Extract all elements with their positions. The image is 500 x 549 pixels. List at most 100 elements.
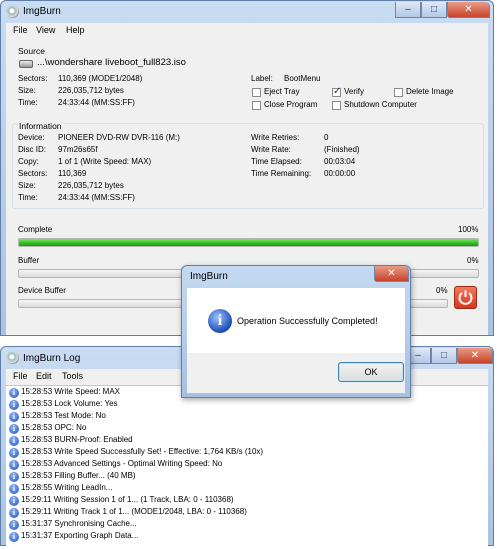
ok-button[interactable]: OK bbox=[338, 362, 404, 382]
time-remaining-value: 00:00:00 bbox=[324, 169, 356, 178]
eject-tray-checkbox[interactable] bbox=[252, 88, 261, 97]
disc-id-label: Disc ID: bbox=[18, 145, 46, 154]
eject-tray-label: Eject Tray bbox=[264, 87, 300, 96]
log-line-text: 15:28:53 Test Mode: No bbox=[21, 411, 106, 420]
dialog-message: Operation Successfully Completed! bbox=[237, 316, 378, 326]
log-window-title: ImgBurn Log bbox=[23, 353, 81, 364]
menu-view[interactable]: View bbox=[36, 25, 55, 35]
info-icon: i bbox=[9, 460, 19, 470]
log-line-text: 15:28:53 Filling Buffer... (40 MB) bbox=[21, 471, 136, 480]
copy-label: Copy: bbox=[18, 157, 39, 166]
dialog-footer: OK bbox=[187, 353, 405, 393]
close-program-label: Close Program bbox=[264, 100, 318, 109]
imgburn-disc-icon bbox=[6, 5, 19, 18]
main-menubar: File View Help bbox=[6, 23, 488, 38]
completion-dialog: ImgBurn ✕ i Operation Successfully Compl… bbox=[181, 265, 411, 398]
info-icon: i bbox=[9, 484, 19, 494]
disc-id-value: 97m26s65f bbox=[58, 145, 98, 154]
imgburn-disc-icon bbox=[6, 351, 19, 364]
main-window-title: ImgBurn bbox=[23, 6, 61, 17]
write-rate-value: (Finished) bbox=[324, 145, 360, 154]
source-time-label: Time: bbox=[18, 98, 38, 107]
volume-label-label: Label: bbox=[251, 74, 273, 83]
info-icon: i bbox=[9, 496, 19, 506]
volume-label-value: BootMenu bbox=[284, 74, 321, 83]
info-icon: i bbox=[9, 436, 19, 446]
complete-progress-fill bbox=[19, 239, 478, 246]
log-line-text: 15:28:55 Writing LeadIn... bbox=[21, 483, 113, 492]
close-button[interactable]: ✕ bbox=[447, 2, 490, 18]
log-menu-tools[interactable]: Tools bbox=[62, 371, 83, 381]
device-buffer-label: Device Buffer bbox=[18, 286, 66, 295]
info-size-label: Size: bbox=[18, 181, 36, 190]
buffer-percent: 0% bbox=[467, 256, 479, 265]
log-line-text: 15:28:53 Advanced Settings - Optimal Wri… bbox=[21, 459, 223, 468]
time-remaining-label: Time Remaining: bbox=[251, 169, 312, 178]
menu-file[interactable]: File bbox=[13, 25, 28, 35]
info-icon: i bbox=[9, 424, 19, 434]
minimize-button[interactable]: – bbox=[395, 2, 421, 18]
info-icon: i bbox=[9, 388, 19, 398]
device-value: PIONEER DVD-RW DVR-116 (M:) bbox=[58, 133, 180, 142]
log-menu-edit[interactable]: Edit bbox=[36, 371, 52, 381]
close-program-checkbox[interactable] bbox=[252, 101, 261, 110]
log-line-text: 15:28:53 BURN-Proof: Enabled bbox=[21, 435, 133, 444]
buffer-label: Buffer bbox=[18, 256, 40, 265]
source-size-label: Size: bbox=[18, 86, 36, 95]
menu-help[interactable]: Help bbox=[66, 25, 85, 35]
write-retries-label: Write Retries: bbox=[251, 133, 300, 142]
time-elapsed-label: Time Elapsed: bbox=[251, 157, 302, 166]
write-rate-label: Write Rate: bbox=[251, 145, 291, 154]
info-icon: i bbox=[9, 520, 19, 530]
info-icon: i bbox=[208, 309, 232, 333]
disc-drive-icon bbox=[19, 60, 33, 68]
shutdown-computer-checkbox[interactable] bbox=[332, 101, 341, 110]
main-titlebar[interactable]: ImgBurn – □ ✕ bbox=[1, 1, 493, 23]
dialog-close-button[interactable]: ✕ bbox=[374, 266, 409, 282]
info-icon: i bbox=[9, 400, 19, 410]
complete-percent: 100% bbox=[458, 225, 479, 234]
source-sectors-value: 110,369 (MODE1/2048) bbox=[58, 74, 143, 83]
source-sectors-label: Sectors: bbox=[18, 74, 48, 83]
log-line-text: 15:31:37 Exporting Graph Data... bbox=[21, 531, 139, 540]
dialog-title: ImgBurn bbox=[190, 271, 228, 282]
verify-label: Verify bbox=[344, 87, 365, 96]
log-line-text: 15:28:53 OPC: No bbox=[21, 423, 87, 432]
device-label: Device: bbox=[18, 133, 45, 142]
info-sectors-value: 110,369 bbox=[58, 169, 87, 178]
info-icon: i bbox=[9, 508, 19, 518]
delete-image-checkbox[interactable] bbox=[394, 88, 403, 97]
log-line-text: 15:28:53 Lock Volume: Yes bbox=[21, 399, 118, 408]
source-heading: Source bbox=[18, 46, 45, 56]
dialog-body: i Operation Successfully Completed! bbox=[187, 288, 405, 353]
write-retries-value: 0 bbox=[324, 133, 329, 142]
log-line-text: 15:28:53 Write Speed: MAX bbox=[21, 387, 121, 396]
verify-checkbox[interactable]: ✓ bbox=[332, 86, 342, 97]
info-time-label: Time: bbox=[18, 193, 38, 202]
log-line-text: 15:31:37 Synchronising Cache... bbox=[21, 519, 137, 528]
delete-image-label: Delete Image bbox=[406, 87, 454, 96]
info-size-value: 226,035,712 bytes bbox=[58, 181, 124, 190]
information-heading: Information bbox=[18, 121, 63, 131]
maximize-button[interactable]: □ bbox=[421, 2, 447, 18]
complete-progress-bar bbox=[18, 238, 479, 247]
info-time-value: 24:33:44 (MM:SS:FF) bbox=[58, 193, 135, 202]
info-icon: i bbox=[9, 412, 19, 422]
device-buffer-percent: 0% bbox=[436, 286, 448, 295]
log-maximize-button[interactable]: □ bbox=[431, 348, 457, 364]
info-sectors-label: Sectors: bbox=[18, 169, 48, 178]
complete-label: Complete bbox=[18, 225, 53, 234]
source-time-value: 24:33:44 (MM:SS:FF) bbox=[58, 98, 135, 107]
power-cancel-button[interactable] bbox=[454, 286, 477, 309]
log-close-button[interactable]: ✕ bbox=[457, 348, 493, 364]
log-menu-file[interactable]: File bbox=[13, 371, 28, 381]
log-line-text: 15:29:11 Writing Track 1 of 1... (MODE1/… bbox=[21, 507, 247, 516]
log-list[interactable]: i 15:28:53 Write Speed: MAX i 15:28:53 Lock… bbox=[6, 385, 488, 549]
copy-value: 1 of 1 (Write Speed: MAX) bbox=[58, 157, 152, 166]
source-file-path: ...\wondershare liveboot_full823.iso bbox=[37, 57, 186, 68]
log-line-text: 15:28:53 Write Speed Successfully Set! -… bbox=[21, 447, 264, 456]
info-icon: i bbox=[9, 448, 19, 458]
info-icon: i bbox=[9, 472, 19, 482]
checkmark-icon: ✓ bbox=[333, 86, 342, 97]
shutdown-computer-label: Shutdown Computer bbox=[344, 100, 417, 109]
